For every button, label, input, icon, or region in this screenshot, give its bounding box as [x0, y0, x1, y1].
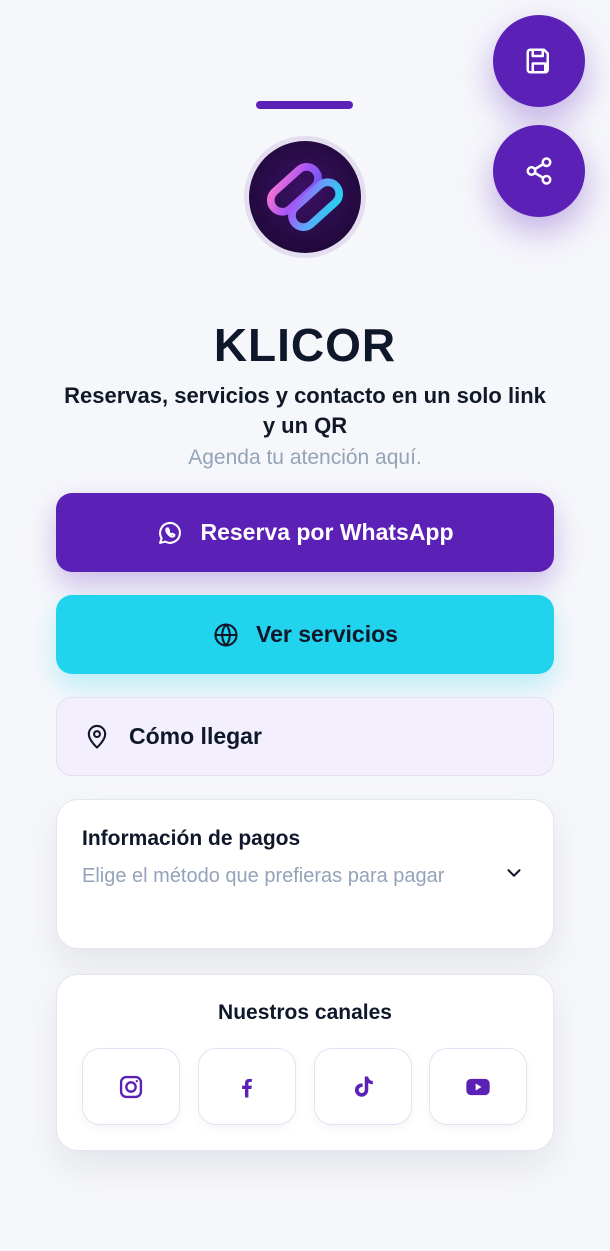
- chevron-down-icon: [507, 869, 521, 877]
- facebook-button[interactable]: [198, 1048, 296, 1125]
- youtube-button[interactable]: [429, 1048, 527, 1125]
- instagram-button[interactable]: [82, 1048, 180, 1125]
- youtube-icon: [466, 1078, 490, 1095]
- chain-link-icon: [266, 163, 344, 231]
- brand-logo: [244, 136, 366, 258]
- logo-emblem: [249, 141, 361, 253]
- tiktok-icon: [354, 1076, 373, 1097]
- channels-title: Nuestros canales: [218, 1001, 392, 1024]
- services-button[interactable]: Ver servicios: [56, 595, 554, 674]
- services-button-label: Ver servicios: [256, 621, 398, 647]
- payments-title: Información de pagos: [82, 827, 301, 850]
- drag-handle: [256, 101, 353, 109]
- page-subtitle: Reservas, servicios y contacto en un sol…: [64, 383, 546, 438]
- payments-accordion[interactable]: Información de pagos Elige el método que…: [56, 799, 554, 949]
- payments-description: Elige el método que prefieras para pagar: [82, 865, 445, 887]
- globe-icon: [214, 622, 238, 647]
- whatsapp-booking-button[interactable]: Reserva por WhatsApp: [56, 493, 554, 572]
- tiktok-button[interactable]: [314, 1048, 412, 1125]
- share-button[interactable]: [493, 125, 585, 217]
- whatsapp-icon: [159, 521, 182, 544]
- share-icon: [526, 157, 552, 185]
- link-page: KLICOR Reservas, servicios y contacto en…: [0, 0, 610, 1251]
- directions-button[interactable]: Cómo llegar: [56, 697, 554, 776]
- page-tagline: Agenda tu atención aquí.: [188, 446, 422, 469]
- channels-card: Nuestros canales: [56, 974, 554, 1151]
- whatsapp-button-label: Reserva por WhatsApp: [200, 519, 454, 545]
- save-button[interactable]: [493, 15, 585, 107]
- facebook-icon: [242, 1078, 252, 1097]
- directions-button-label: Cómo llegar: [129, 723, 262, 749]
- instagram-icon: [119, 1075, 143, 1098]
- page-title: KLICOR: [213, 319, 397, 371]
- save-icon: [526, 48, 549, 74]
- map-pin-icon: [87, 724, 107, 749]
